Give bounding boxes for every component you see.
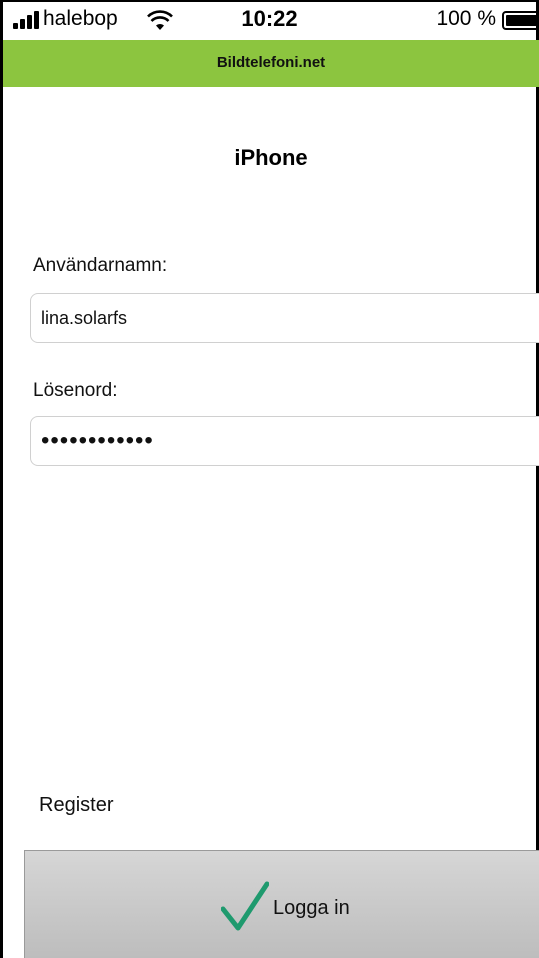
username-input[interactable] [30, 293, 539, 343]
app-title: Bildtelefoni.net [216, 54, 326, 71]
password-label: Lösenord: [33, 380, 118, 401]
login-button-label: Logga in [273, 897, 350, 919]
battery-icon [502, 11, 539, 30]
battery-fill [506, 15, 538, 26]
battery-percent: 100 % [436, 7, 496, 30]
username-label: Användarnamn: [33, 255, 168, 276]
app-header: Bildtelefoni.net [3, 40, 539, 87]
register-link[interactable]: Register [39, 794, 113, 817]
check-icon [221, 881, 269, 931]
device-title: iPhone [234, 145, 308, 170]
login-screen: halebop 10:22 100 % Bildtelefoni.net iPh… [0, 0, 539, 958]
frame-left [0, 0, 3, 958]
password-input[interactable] [30, 416, 539, 466]
status-bar: halebop 10:22 100 % [3, 2, 539, 38]
login-button[interactable]: Logga in [24, 850, 539, 958]
